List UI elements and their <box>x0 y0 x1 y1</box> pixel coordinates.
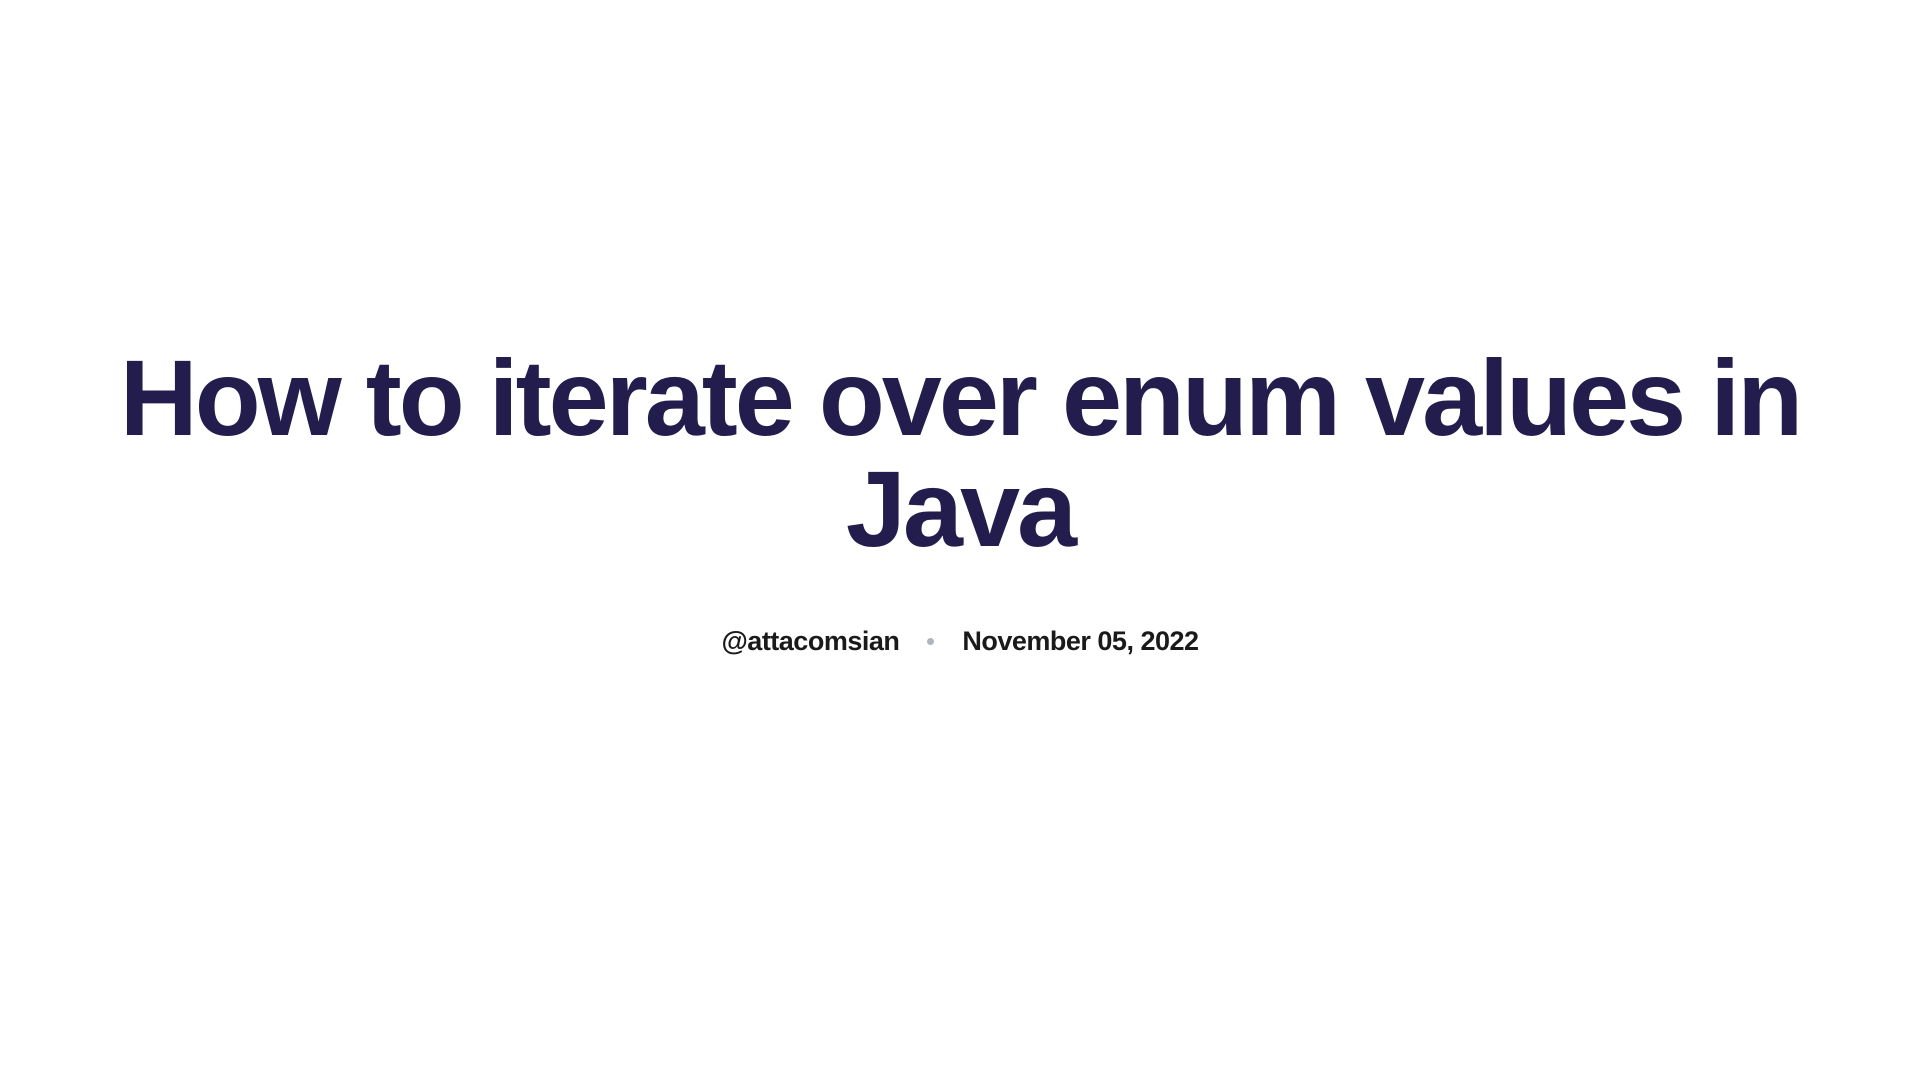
publish-date: November 05, 2022 <box>962 626 1198 657</box>
article-title: How to iterate over enum values in Java <box>0 343 1920 563</box>
article-meta: @attacomsian November 05, 2022 <box>721 626 1198 657</box>
author-handle: @attacomsian <box>721 626 899 657</box>
meta-separator-dot <box>927 638 934 645</box>
article-header: How to iterate over enum values in Java … <box>0 343 1920 656</box>
